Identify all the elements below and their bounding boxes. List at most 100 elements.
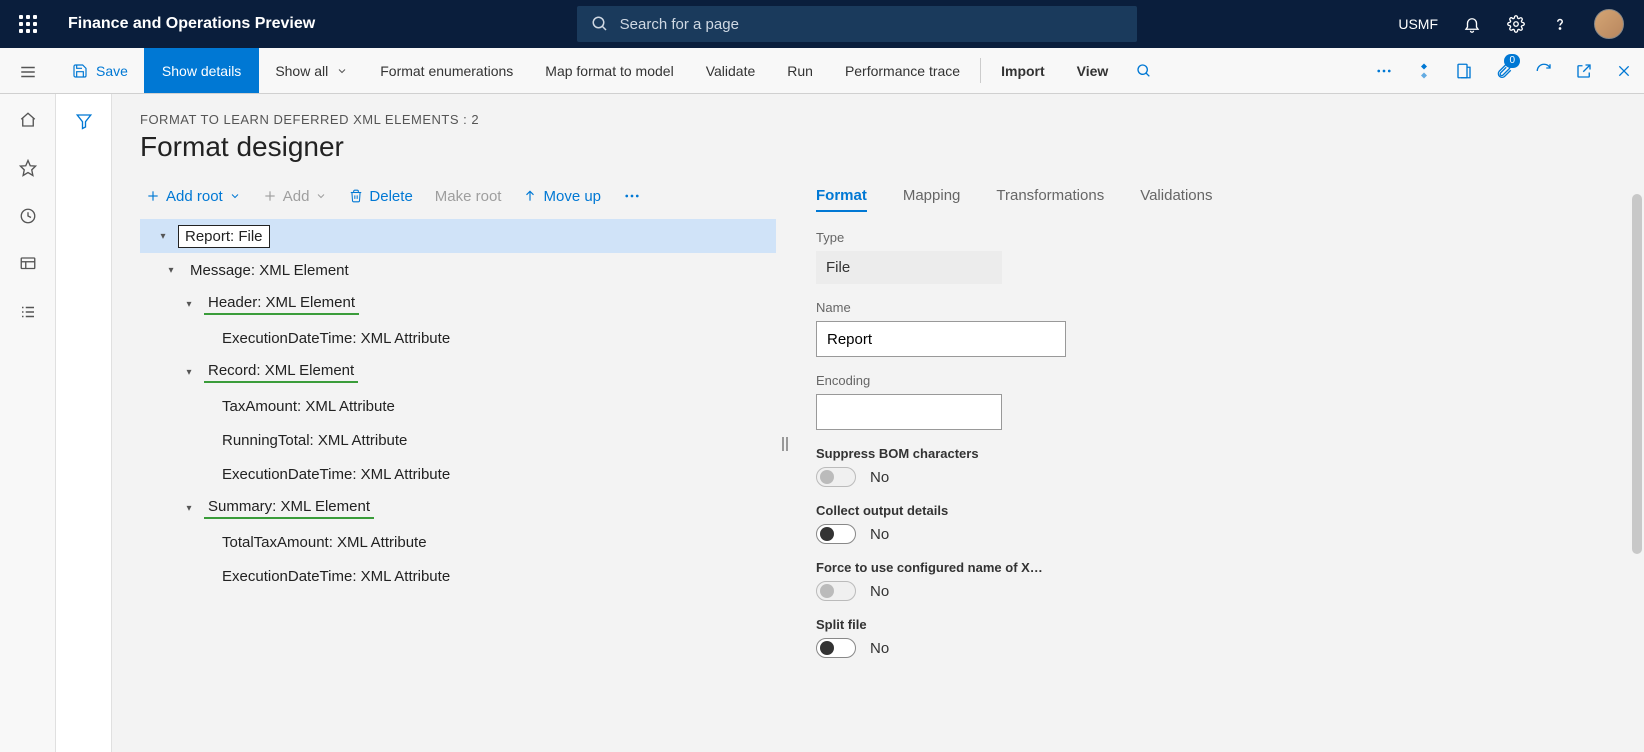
tree-label: Header: XML Element <box>204 294 359 315</box>
collect-value: No <box>870 526 889 543</box>
global-search[interactable] <box>577 6 1137 42</box>
tree-more-icon[interactable] <box>623 187 641 205</box>
close-icon[interactable] <box>1604 48 1644 93</box>
tree-label: ExecutionDateTime: XML Attribute <box>218 466 454 483</box>
tree-label: TotalTaxAmount: XML Attribute <box>218 534 431 551</box>
split-file-value: No <box>870 640 889 657</box>
home-icon[interactable] <box>18 110 38 130</box>
map-format-label: Map format to model <box>545 63 673 79</box>
tab-mapping[interactable]: Mapping <box>903 187 961 212</box>
show-all-label: Show all <box>275 63 328 79</box>
attach-icon[interactable]: 0 <box>1484 48 1524 93</box>
format-enum-label: Format enumerations <box>380 63 513 79</box>
suppress-bom-toggle <box>816 467 856 487</box>
action-toolbar: Save Show details Show all Format enumer… <box>0 48 1644 94</box>
tree-node[interactable]: ▾ Header: XML Element <box>140 287 776 321</box>
show-details-button[interactable]: Show details <box>144 48 259 93</box>
split-file-toggle[interactable] <box>816 638 856 658</box>
app-header: Finance and Operations Preview USMF <box>0 0 1644 48</box>
tree-node[interactable]: ▾ Summary: XML Element <box>140 491 776 525</box>
import-label: Import <box>1001 63 1045 79</box>
save-button[interactable]: Save <box>56 48 144 93</box>
star-icon[interactable] <box>18 158 38 178</box>
delete-label: Delete <box>369 188 412 205</box>
more-icon[interactable] <box>1364 48 1404 93</box>
help-icon[interactable] <box>1550 14 1570 34</box>
properties-panel: Format Mapping Transformations Validatio… <box>796 187 1644 674</box>
find-icon[interactable] <box>1124 48 1164 93</box>
caret-icon[interactable]: ▾ <box>182 365 196 379</box>
tab-validations[interactable]: Validations <box>1140 187 1212 212</box>
tree-toolbar: Add root Add Delete <box>140 187 776 219</box>
encoding-input[interactable] <box>816 394 1002 430</box>
chevron-down-icon <box>336 65 348 77</box>
save-label: Save <box>96 63 128 79</box>
caret-icon[interactable]: ▾ <box>156 229 170 243</box>
tree-node[interactable]: TotalTaxAmount: XML Attribute <box>140 525 776 559</box>
left-nav-rail <box>0 94 56 752</box>
splitter-handle[interactable] <box>782 437 788 451</box>
recent-icon[interactable] <box>18 206 38 226</box>
add-root-button[interactable]: Add root <box>146 188 241 205</box>
caret-icon[interactable]: ▾ <box>182 297 196 311</box>
suppress-bom-label: Suppress BOM characters <box>816 446 1644 461</box>
hamburger-icon[interactable] <box>16 60 40 84</box>
perf-trace-label: Performance trace <box>845 63 960 79</box>
caret-icon[interactable]: ▾ <box>182 501 196 515</box>
tree-node[interactable]: ExecutionDateTime: XML Attribute <box>140 321 776 355</box>
workspace-icon[interactable] <box>18 254 38 274</box>
format-enumerations-button[interactable]: Format enumerations <box>364 48 529 93</box>
modules-icon[interactable] <box>18 302 38 322</box>
tree-node[interactable]: ExecutionDateTime: XML Attribute <box>140 559 776 593</box>
tree-label: TaxAmount: XML Attribute <box>218 398 399 415</box>
move-up-button[interactable]: Move up <box>523 188 601 205</box>
validate-button[interactable]: Validate <box>690 48 772 93</box>
collect-toggle[interactable] <box>816 524 856 544</box>
chevron-down-icon <box>315 190 327 202</box>
add-button: Add <box>263 188 328 205</box>
validate-label: Validate <box>706 63 756 79</box>
name-input[interactable] <box>816 321 1066 357</box>
tree-node[interactable]: ▾ Message: XML Element <box>140 253 776 287</box>
show-all-button[interactable]: Show all <box>259 48 364 93</box>
map-format-button[interactable]: Map format to model <box>529 48 689 93</box>
run-button[interactable]: Run <box>771 48 829 93</box>
tab-transformations[interactable]: Transformations <box>996 187 1104 212</box>
search-icon <box>591 14 610 34</box>
delete-button[interactable]: Delete <box>349 188 412 205</box>
force-name-toggle <box>816 581 856 601</box>
collect-label: Collect output details <box>816 503 1644 518</box>
properties-tabs: Format Mapping Transformations Validatio… <box>816 187 1644 212</box>
scrollbar[interactable] <box>1632 194 1642 554</box>
office-icon[interactable] <box>1444 48 1484 93</box>
gear-icon[interactable] <box>1506 14 1526 34</box>
performance-trace-button[interactable]: Performance trace <box>829 48 976 93</box>
link-icon[interactable] <box>1404 48 1444 93</box>
search-input[interactable] <box>620 16 1123 33</box>
name-label: Name <box>816 300 1644 315</box>
view-button[interactable]: View <box>1061 48 1125 93</box>
tree-node[interactable]: RunningTotal: XML Attribute <box>140 423 776 457</box>
avatar[interactable] <box>1594 9 1624 39</box>
caret-icon[interactable]: ▾ <box>164 263 178 277</box>
tree-node[interactable]: TaxAmount: XML Attribute <box>140 389 776 423</box>
tree-node[interactable]: ▾ Record: XML Element <box>140 355 776 389</box>
bell-icon[interactable] <box>1462 14 1482 34</box>
tree-node-root[interactable]: ▾ Report: File <box>140 219 776 253</box>
tree-label: Summary: XML Element <box>204 498 374 519</box>
refresh-icon[interactable] <box>1524 48 1564 93</box>
tree-label: Message: XML Element <box>186 262 353 279</box>
show-details-label: Show details <box>162 63 241 79</box>
filter-icon[interactable] <box>75 112 93 130</box>
company-selector[interactable]: USMF <box>1398 16 1438 32</box>
tab-format[interactable]: Format <box>816 187 867 212</box>
make-root-label: Make root <box>435 188 502 205</box>
popout-icon[interactable] <box>1564 48 1604 93</box>
app-launcher-icon[interactable] <box>12 8 44 40</box>
chevron-down-icon <box>229 190 241 202</box>
tree-label: Report: File <box>178 225 270 248</box>
import-button[interactable]: Import <box>985 48 1061 93</box>
view-label: View <box>1077 63 1109 79</box>
tree-label: ExecutionDateTime: XML Attribute <box>218 330 454 347</box>
tree-node[interactable]: ExecutionDateTime: XML Attribute <box>140 457 776 491</box>
